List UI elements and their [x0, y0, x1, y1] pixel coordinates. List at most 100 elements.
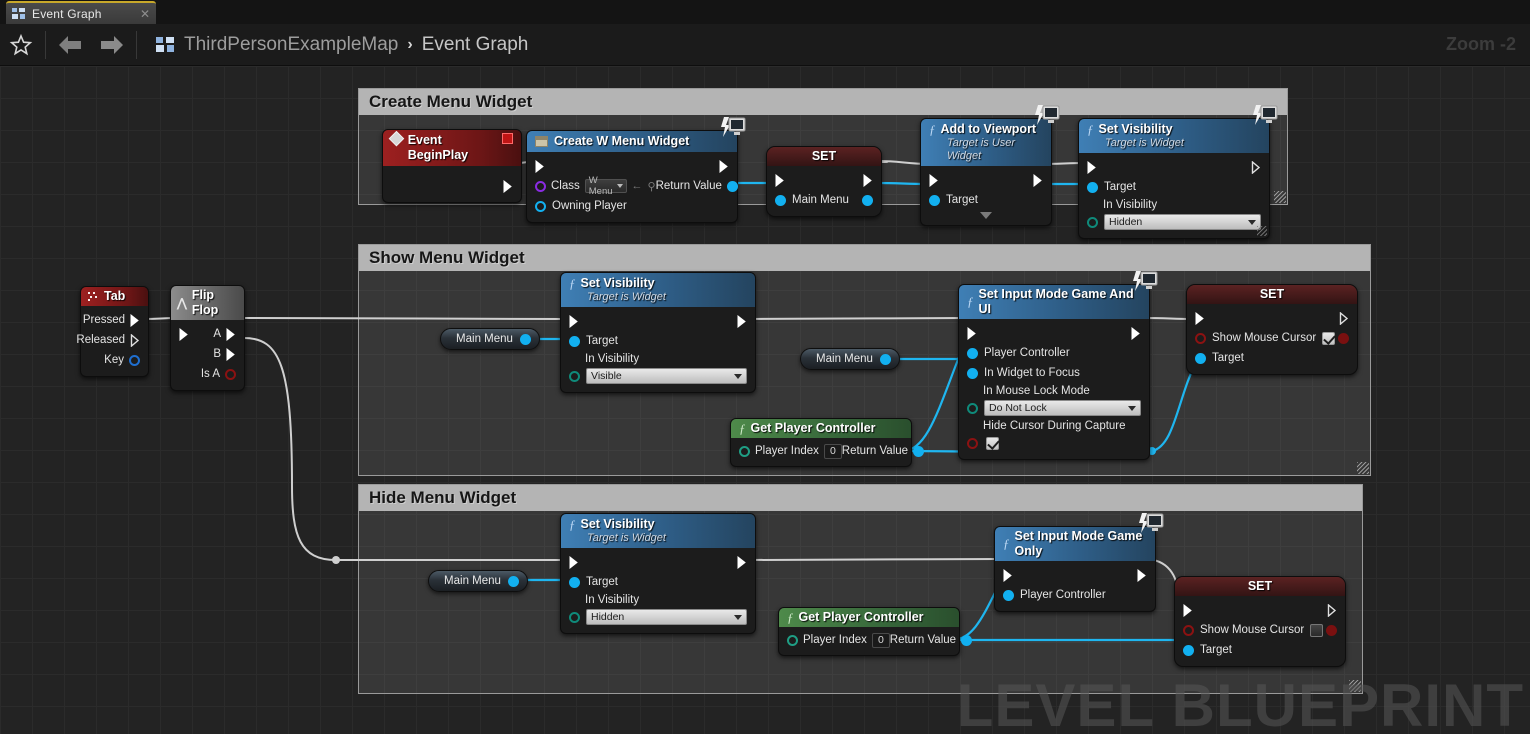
var-node-main-menu-focus[interactable]: Main Menu [800, 348, 900, 370]
pin-exec-out[interactable] [1131, 326, 1141, 340]
pin-target[interactable] [1195, 352, 1206, 364]
resize-handle-icon[interactable] [1357, 462, 1369, 474]
graph-canvas[interactable]: Create Menu Widget Show Menu Widget Hide… [0, 66, 1530, 734]
pin-key[interactable] [129, 354, 140, 366]
pin-exec-out[interactable] [719, 159, 729, 173]
pin-player-index[interactable] [787, 634, 798, 646]
tab-event-graph[interactable]: Event Graph ✕ [6, 1, 156, 24]
pin-hide-cursor[interactable] [967, 437, 978, 449]
pin-exec-in[interactable] [775, 173, 785, 187]
pin-player-controller[interactable] [1003, 589, 1014, 601]
pin-target[interactable] [929, 194, 940, 206]
node-tab-key-event[interactable]: Tab Pressed Released Key [76, 286, 149, 377]
pin-b[interactable] [226, 347, 236, 361]
pin-main-menu-out[interactable] [519, 333, 531, 345]
node-header[interactable]: SET [1175, 577, 1345, 596]
use-selected-icon[interactable]: ← [632, 180, 643, 192]
node-add-to-viewport[interactable]: ƒ Add to Viewport Target is User Widget … [920, 105, 1060, 226]
player-index-input[interactable]: 0 [823, 443, 842, 459]
pin-in-widget-to-focus[interactable] [967, 367, 978, 379]
breadcrumb-root[interactable]: ThirdPersonExampleMap [184, 34, 398, 56]
node-get-player-controller-hide[interactable]: ƒ Get Player Controller Player Index 0 R… [778, 607, 973, 656]
pin-main-menu-out[interactable] [507, 575, 519, 587]
pin-exec-in[interactable] [569, 555, 579, 569]
show-mouse-cursor-checkbox[interactable] [1310, 623, 1324, 637]
node-set-input-mode-game-and-ui[interactable]: ƒ Set Input Mode Game And UI Player Cont… [958, 271, 1158, 460]
back-button[interactable] [49, 24, 91, 66]
node-header[interactable]: ƒ Get Player Controller [731, 419, 911, 438]
comment-title-bar[interactable]: Show Menu Widget [359, 245, 1370, 271]
player-index-input[interactable]: 0 [871, 632, 890, 648]
node-set-main-menu[interactable]: SET Main Menu [766, 146, 882, 217]
browse-icon[interactable]: ⚲ [648, 180, 656, 193]
node-header[interactable]: ƒ Set Input Mode Game And UI [959, 285, 1149, 319]
node-set-visibility-hidden-bottom[interactable]: ƒ Set Visibility Target is Widget Target [560, 513, 756, 634]
pin-exec-in[interactable] [929, 173, 939, 187]
pin-in-visibility[interactable] [1087, 216, 1098, 228]
pin-target[interactable] [1183, 644, 1194, 656]
pin-in-visibility[interactable] [569, 370, 580, 382]
pin-in-visibility[interactable] [569, 611, 580, 623]
pin-exec-in[interactable] [967, 326, 977, 340]
pin-main-menu-out[interactable] [862, 194, 873, 206]
class-dropdown[interactable]: W Menu [584, 175, 627, 197]
pin-player-index[interactable] [739, 445, 750, 457]
node-flip-flop[interactable]: ⋀ Flip Flop A B Is A [170, 285, 245, 391]
pin-exec-in[interactable] [1087, 160, 1097, 174]
node-header[interactable]: ƒ Get Player Controller [779, 608, 959, 627]
node-header[interactable]: Create W Menu Widget [527, 131, 737, 152]
pin-return-value[interactable] [726, 180, 738, 192]
pin-exec-out[interactable] [737, 555, 747, 569]
hide-cursor-checkbox[interactable] [986, 436, 999, 450]
pin-target[interactable] [569, 576, 580, 588]
comment-title-bar[interactable]: Create Menu Widget [359, 89, 1287, 115]
node-header[interactable]: ƒ Add to Viewport Target is User Widget [921, 119, 1051, 166]
close-icon[interactable]: ✕ [140, 8, 150, 20]
pin-in-mouse-lock-mode[interactable] [967, 402, 978, 414]
node-set-visibility-visible[interactable]: ƒ Set Visibility Target is Widget Target [560, 272, 756, 393]
node-header[interactable]: ⋀ Flip Flop [171, 286, 244, 320]
node-create-w-menu-widget[interactable]: Create W Menu Widget Class W Menu ← ⚲ Re… [526, 117, 746, 223]
node-get-player-controller-show[interactable]: ƒ Get Player Controller Player Index 0 R… [730, 418, 925, 467]
pin-exec-in[interactable] [1183, 603, 1193, 617]
in-visibility-dropdown[interactable]: Hidden [586, 609, 747, 625]
var-node-main-menu-hide[interactable]: Main Menu [428, 570, 528, 592]
node-header[interactable]: Tab [81, 287, 148, 306]
pin-exec-out[interactable] [863, 173, 873, 187]
in-visibility-dropdown[interactable]: Hidden [1104, 214, 1261, 230]
pin-show-mouse-cursor-in[interactable] [1195, 332, 1206, 344]
pin-released[interactable] [130, 332, 140, 348]
pin-pressed[interactable] [130, 313, 140, 327]
var-node-main-menu-show[interactable]: Main Menu [440, 328, 540, 350]
comment-title-bar[interactable]: Hide Menu Widget [359, 485, 1362, 511]
pin-main-menu-in[interactable] [775, 194, 786, 206]
node-set-show-mouse-cursor-true[interactable]: SET Show Mouse Cursor Target [1186, 284, 1358, 375]
pin-exec-out[interactable] [1137, 568, 1147, 582]
resize-handle-icon[interactable] [1257, 226, 1267, 236]
node-header[interactable]: ƒ Set Visibility Target is Widget [1079, 119, 1269, 153]
node-header[interactable]: SET [1187, 285, 1357, 304]
pin-owning-player[interactable] [535, 200, 546, 212]
pin-is-a[interactable] [225, 368, 236, 380]
node-set-visibility-hidden-top[interactable]: ƒ Set Visibility Target is Widget Target [1078, 105, 1278, 239]
pin-exec-out[interactable] [1033, 173, 1043, 187]
pin-exec-in[interactable] [535, 159, 545, 173]
node-header[interactable]: ƒ Set Input Mode Game Only [995, 527, 1155, 561]
in-visibility-dropdown[interactable]: Visible [586, 368, 747, 384]
expand-advanced-icon[interactable] [980, 212, 992, 219]
pin-exec-in[interactable] [569, 314, 579, 328]
breadcrumb-current[interactable]: Event Graph [422, 34, 529, 56]
favorite-button[interactable] [0, 24, 42, 66]
pin-show-mouse-cursor-in[interactable] [1183, 624, 1194, 636]
node-set-show-mouse-cursor-false[interactable]: SET Show Mouse Cursor Target [1174, 576, 1346, 667]
node-header[interactable]: ƒ Set Visibility Target is Widget [561, 514, 755, 548]
node-header[interactable]: Event BeginPlay [383, 130, 521, 166]
pin-exec-in[interactable] [179, 327, 189, 341]
pin-target[interactable] [1087, 181, 1098, 193]
in-mouse-lock-mode-dropdown[interactable]: Do Not Lock [984, 400, 1141, 416]
pin-target[interactable] [569, 335, 580, 347]
pin-show-mouse-cursor-out[interactable] [1326, 624, 1337, 636]
pin-exec-in[interactable] [1195, 311, 1205, 325]
pin-exec-out[interactable] [1251, 159, 1261, 175]
resize-handle-icon[interactable] [1274, 191, 1286, 203]
